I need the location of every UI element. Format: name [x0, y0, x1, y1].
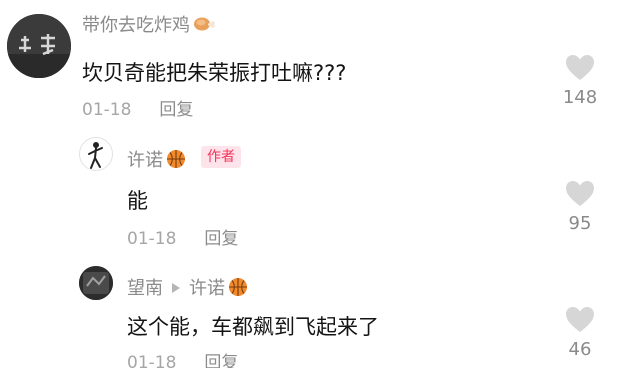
heart-icon	[566, 181, 594, 206]
basketball-icon	[228, 277, 248, 302]
reply-text: 这个能，车都飙到飞起来了	[127, 315, 379, 339]
reply-arrow-icon	[172, 283, 180, 293]
heart-icon	[566, 307, 594, 332]
reply-to-username[interactable]: 许诺	[189, 278, 225, 299]
reply-button[interactable]: 回复	[204, 229, 238, 249]
reply-button[interactable]: 回复	[204, 353, 238, 368]
reply-date: 01-18	[127, 229, 177, 249]
reply-username[interactable]: 望南 许诺	[127, 274, 248, 302]
like-button[interactable]: 148	[550, 54, 610, 108]
reply-date: 01-18	[127, 353, 177, 368]
avatar-image	[79, 266, 113, 300]
comment-text: 坎贝奇能把朱荣振打吐嘛???	[82, 61, 347, 85]
commenter-username[interactable]: 带你去吃炸鸡	[82, 11, 215, 39]
reply-username-author[interactable]: 许诺	[127, 146, 186, 174]
heart-icon	[566, 55, 594, 80]
like-button[interactable]: 46	[550, 306, 610, 360]
reply-meta: 01-18 回复	[127, 224, 238, 249]
like-count: 95	[568, 213, 592, 234]
comment-meta: 01-18 回复	[82, 95, 193, 120]
drumstick-icon	[193, 14, 215, 39]
comment-date: 01-18	[82, 100, 132, 120]
author-badge: 作者	[201, 146, 241, 168]
commenter-avatar[interactable]	[7, 14, 71, 78]
reply-meta: 01-18 回复	[127, 348, 238, 368]
like-count: 148	[562, 87, 598, 108]
avatar-image	[88, 142, 103, 169]
reply-username-text: 望南	[127, 278, 163, 299]
avatar-image	[7, 14, 71, 78]
basketball-icon	[166, 149, 186, 174]
like-count: 46	[568, 339, 592, 360]
reply-username-text: 许诺	[127, 150, 163, 171]
reply-avatar-author[interactable]	[79, 137, 113, 171]
commenter-username-text: 带你去吃炸鸡	[82, 15, 190, 36]
like-button[interactable]: 95	[550, 180, 610, 234]
reply-avatar[interactable]	[79, 266, 113, 300]
reply-button[interactable]: 回复	[159, 100, 193, 120]
reply-text: 能	[127, 189, 148, 213]
